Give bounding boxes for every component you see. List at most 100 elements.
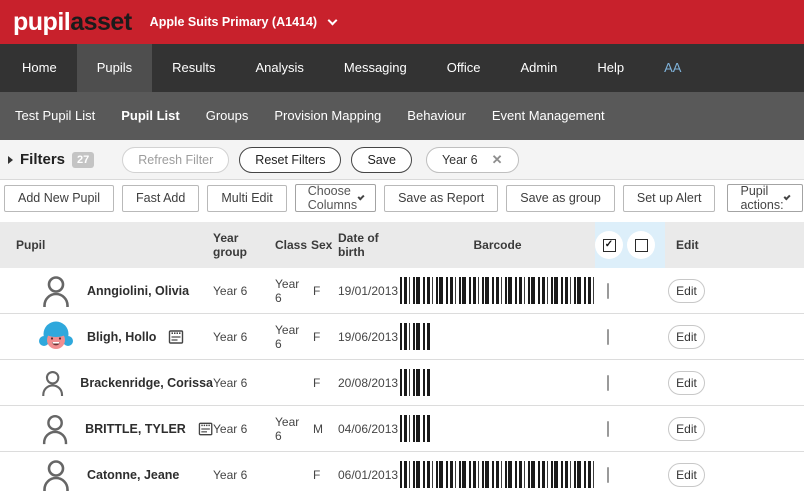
edit-cell: Edit (665, 370, 717, 395)
filters-bar: Filters 27 Refresh Filter Reset Filters … (0, 140, 804, 180)
save-as-group-button[interactable]: Save as group (506, 184, 615, 212)
subnav-item-event-management[interactable]: Event Management (479, 92, 618, 140)
subnav-item-pupil-list[interactable]: Pupil List (108, 92, 193, 140)
refresh-filter-button[interactable]: Refresh Filter (122, 146, 230, 173)
barcode-image (400, 323, 431, 350)
select-all-button[interactable]: ✓ (595, 231, 623, 259)
pupil-name[interactable]: Catonne, Jeane (87, 468, 179, 482)
school-selector[interactable]: Apple Suits Primary (A1414) (149, 15, 338, 29)
row-edit-button[interactable]: Edit (668, 462, 705, 487)
row-checkbox[interactable] (607, 328, 609, 345)
nav-item-pupils[interactable]: Pupils (76, 44, 153, 92)
pupil-row: Brackenridge, Corissa Year 6 F 20/08/201… (0, 360, 804, 406)
add-new-pupil-button[interactable]: Add New Pupil (4, 184, 114, 212)
sex-cell: M (313, 421, 323, 436)
filter-chip-year6[interactable]: Year 6 ✕ (425, 146, 519, 173)
subnav-item-groups[interactable]: Groups (193, 92, 262, 140)
generic-avatar-icon (43, 459, 69, 491)
pupil-row: Bligh, Hollo Year 6 Year 6 F 19/06/2013 … (0, 314, 804, 360)
barcode-image (400, 369, 431, 396)
main-nav: Home Pupils Results Analysis Messaging Office… (0, 44, 804, 92)
barcode-image (400, 415, 431, 442)
edit-cell: Edit (665, 324, 717, 349)
sex-cell: F (313, 329, 321, 344)
pupil-row: BRITTLE, TYLER Year 6 Year 6 M 04/06/201… (0, 406, 804, 452)
generic-avatar-icon (42, 370, 64, 396)
close-icon[interactable]: ✕ (492, 153, 503, 166)
dob-cell: 19/06/2013 (338, 329, 399, 344)
reset-filters-button[interactable]: Reset Filters (239, 146, 342, 173)
school-name: Apple Suits Primary (A1414) (149, 15, 318, 29)
row-edit-button[interactable]: Edit (668, 278, 705, 303)
nav-item-aa[interactable]: AA (644, 44, 701, 92)
pupil-table-body: Anngiolini, Olivia Year 6 Year 6 F 19/01… (0, 268, 804, 495)
pupil-row: Anngiolini, Olivia Year 6 Year 6 F 19/01… (0, 268, 804, 314)
nav-item-analysis[interactable]: Analysis (235, 44, 323, 92)
generic-avatar-icon (43, 275, 69, 307)
row-checkbox[interactable] (607, 282, 609, 299)
set-up-alert-button[interactable]: Set up Alert (622, 184, 716, 212)
nav-item-home[interactable]: Home (2, 44, 77, 92)
row-edit-button[interactable]: Edit (668, 416, 705, 441)
pupil-cell: Anngiolini, Olivia (0, 273, 213, 309)
nav-item-admin[interactable]: Admin (500, 44, 577, 92)
deselect-all-button[interactable] (627, 231, 655, 259)
nav-item-help[interactable]: Help (577, 44, 644, 92)
sex-cell: F (313, 283, 321, 298)
column-header-pupil: Pupil (16, 238, 46, 252)
sex-cell: F (313, 467, 321, 482)
column-header-dob: Date of birth (338, 231, 379, 259)
filters-toggle[interactable]: Filters 27 (8, 151, 95, 168)
chevron-down-icon (327, 15, 338, 25)
row-checkbox[interactable] (607, 466, 609, 483)
edit-cell: Edit (665, 462, 717, 487)
choose-columns-value: Choose Columns (307, 184, 358, 212)
pupil-name[interactable]: Bligh, Hollo (87, 330, 156, 344)
barcode-cell (400, 323, 595, 350)
column-header-class: Class (275, 238, 308, 252)
class-cell: Year 6 (275, 322, 300, 351)
table-header: Pupil Year group Class Sex Date of birth… (0, 222, 804, 268)
nav-item-office[interactable]: Office (427, 44, 501, 92)
pupil-name[interactable]: BRITTLE, TYLER (85, 422, 186, 436)
save-as-report-button[interactable]: Save as Report (384, 184, 499, 212)
save-filter-button[interactable]: Save (351, 146, 412, 173)
subnav-item-behaviour[interactable]: Behaviour (394, 92, 479, 140)
pupil-row: Catonne, Jeane Year 6 F 06/01/2013 Edit (0, 452, 804, 495)
column-header-year-group: Year group (213, 231, 247, 259)
subnav-item-test-pupil-list[interactable]: Test Pupil List (2, 92, 108, 140)
pupil-cell: Bligh, Hollo (0, 319, 213, 355)
year-group-cell: Year 6 (213, 421, 248, 436)
nav-item-results[interactable]: Results (152, 44, 235, 92)
subnav-item-provision-mapping[interactable]: Provision Mapping (261, 92, 394, 140)
app-header: pupilasset Apple Suits Primary (A1414) (0, 0, 804, 44)
fast-add-button[interactable]: Fast Add (122, 184, 200, 212)
barcode-cell (400, 415, 595, 442)
row-edit-button[interactable]: Edit (668, 370, 705, 395)
sex-cell: F (313, 375, 321, 390)
pupil-name[interactable]: Brackenridge, Corissa (80, 376, 213, 390)
note-icon[interactable] (168, 329, 184, 345)
sub-nav: Test Pupil List Pupil List Groups Provision… (0, 92, 804, 140)
select-cell (595, 282, 665, 299)
logo-part-asset: asset (70, 7, 132, 36)
barcode-image (400, 277, 597, 304)
row-edit-button[interactable]: Edit (668, 324, 705, 349)
choose-columns-select[interactable]: Choose Columns (294, 184, 377, 212)
nav-item-messaging[interactable]: Messaging (324, 44, 427, 92)
edit-cell: Edit (665, 278, 717, 303)
pupil-cell: BRITTLE, TYLER (0, 411, 213, 447)
column-header-edit: Edit (676, 238, 699, 252)
edit-cell: Edit (665, 416, 717, 441)
class-cell: Year 6 (275, 276, 300, 305)
row-checkbox[interactable] (607, 374, 609, 391)
note-icon[interactable] (198, 421, 213, 437)
toolbar: Add New Pupil Fast Add Multi Edit Choose… (0, 180, 804, 216)
filter-chip-label: Year 6 (441, 152, 478, 167)
row-checkbox[interactable] (607, 420, 609, 437)
pupil-name[interactable]: Anngiolini, Olivia (87, 284, 189, 298)
year-group-cell: Year 6 (213, 283, 248, 298)
multi-edit-button[interactable]: Multi Edit (207, 184, 287, 212)
select-cell (595, 466, 665, 483)
pupil-actions-select[interactable]: Pupil actions: (727, 184, 803, 212)
